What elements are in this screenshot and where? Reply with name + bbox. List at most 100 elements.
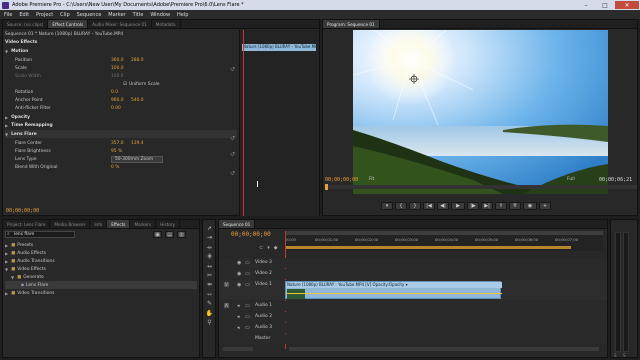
- reset-icon[interactable]: ↺: [230, 151, 235, 158]
- menu-marker[interactable]: Marker: [108, 12, 125, 18]
- lens-flare-row[interactable]: ▼ Lens Flare: [5, 130, 237, 138]
- source-patch-v[interactable]: V: [224, 282, 229, 287]
- tree-item-generate[interactable]: ▼ ■ Generate: [5, 273, 197, 281]
- anchor-y-value[interactable]: 540.0: [131, 98, 144, 103]
- tree-item-video-effects[interactable]: ▼ ■ Video Effects: [5, 265, 197, 273]
- tab-metadata[interactable]: Metadata: [152, 20, 181, 28]
- program-timecode[interactable]: 00;00;00;00: [325, 177, 358, 183]
- timeline-ruler[interactable]: 00;00 00;00;01;00 00;00;02;00 00;00;03;0…: [285, 231, 603, 349]
- rate-stretch-tool-icon[interactable]: ↔: [205, 262, 214, 271]
- lock-icon[interactable]: ▭: [245, 314, 250, 320]
- lens-type-dropdown[interactable]: 50-300mm Zoom: [111, 155, 163, 163]
- go-to-out-icon[interactable]: ▶|: [481, 202, 493, 210]
- effect-clip-bar[interactable]: Nature (1080p) BLURAY - YouTube.MP4: [242, 44, 316, 51]
- track-video-3[interactable]: ◉ ▭ Video 3: [219, 258, 607, 268]
- speaker-icon[interactable]: ◂: [237, 325, 240, 331]
- yuv-effects-icon[interactable]: ▥: [177, 231, 186, 238]
- scale-value[interactable]: 100.0: [111, 66, 124, 71]
- flare-center-y-value[interactable]: 139.4: [131, 141, 144, 146]
- track-audio-2[interactable]: ◂ ▭ Audio 2: [219, 312, 607, 322]
- maximize-button[interactable]: □: [596, 1, 614, 9]
- menu-window[interactable]: Window: [150, 12, 170, 18]
- add-marker-icon[interactable]: ▾: [267, 245, 270, 251]
- speaker-icon[interactable]: ◂: [237, 314, 240, 320]
- program-video-frame[interactable]: [353, 30, 608, 194]
- lock-icon[interactable]: ▭: [245, 260, 250, 266]
- accelerated-effects-icon[interactable]: ▣: [153, 231, 162, 238]
- tree-item-audio-effects[interactable]: ▶ ■ Audio Effects: [5, 249, 197, 257]
- ripple-edit-tool-icon[interactable]: ⟛: [205, 243, 214, 252]
- track-audio-3[interactable]: ◂ ▭ Audio 3: [219, 323, 607, 333]
- track-select-tool-icon[interactable]: ⇥: [205, 233, 214, 242]
- antiflicker-value[interactable]: 0.00: [111, 106, 121, 111]
- razor-tool-icon[interactable]: ✂: [205, 271, 214, 280]
- opacity-row[interactable]: ▶ Opacity: [5, 113, 237, 121]
- work-area-bar[interactable]: [285, 231, 603, 235]
- tree-item-video-transitions[interactable]: ▶ ■ Video Transitions: [5, 289, 197, 297]
- expand-icon[interactable]: ▶: [5, 291, 8, 296]
- tab-effect-controls[interactable]: Effect Controls: [48, 20, 89, 28]
- playhead-line[interactable]: [243, 30, 244, 216]
- tab-audio-mixer[interactable]: Audio Mixer: Sequence 01: [88, 20, 152, 28]
- snap-icon[interactable]: ⊂: [259, 245, 263, 251]
- in-point-icon[interactable]: {: [395, 202, 407, 210]
- tree-item-lens-flare[interactable]: ▪ Lens Flare: [5, 281, 197, 289]
- tab-effects[interactable]: Effects: [107, 220, 131, 228]
- position-y-value[interactable]: 288.0: [131, 58, 144, 63]
- pen-tool-icon[interactable]: ✎: [205, 299, 214, 308]
- eye-icon[interactable]: ◉: [237, 271, 241, 277]
- menu-file[interactable]: File: [4, 12, 12, 18]
- marker-icon[interactable]: ▾: [381, 202, 393, 210]
- 32bit-effects-icon[interactable]: ▤: [165, 231, 174, 238]
- program-scrub-bar[interactable]: [325, 184, 637, 190]
- lock-icon[interactable]: ▭: [245, 303, 250, 309]
- tab-history[interactable]: History: [156, 220, 181, 228]
- video-clip[interactable]: Nature (1080p) BLURAY - YouTube.MP4 [V] …: [285, 281, 502, 299]
- reset-icon[interactable]: ↺: [230, 170, 235, 177]
- effects-search-input[interactable]: lens flare: [5, 231, 75, 238]
- step-back-icon[interactable]: ◀|: [437, 202, 449, 210]
- expand-icon[interactable]: ▶: [5, 243, 8, 248]
- fit-dropdown[interactable]: Fit: [369, 177, 374, 182]
- motion-row[interactable]: ▼ Motion: [5, 47, 237, 55]
- rolling-edit-tool-icon[interactable]: ⋕: [205, 252, 214, 261]
- expand-icon[interactable]: ▶: [5, 251, 8, 256]
- play-icon[interactable]: ▶: [451, 202, 465, 210]
- effect-controls-timecode[interactable]: 00;00;00;00: [6, 208, 39, 214]
- lift-icon[interactable]: ⇑: [495, 202, 507, 210]
- reset-icon[interactable]: ↺: [230, 66, 235, 73]
- zoom-tool-icon[interactable]: ⚲: [205, 318, 214, 327]
- expand-icon[interactable]: ▼: [5, 267, 8, 272]
- reset-icon[interactable]: ↺: [230, 135, 235, 142]
- track-master[interactable]: Master: [219, 334, 607, 344]
- expand-icon[interactable]: ▼: [5, 132, 8, 137]
- expand-icon[interactable]: ▶: [5, 123, 8, 128]
- tab-media-browser[interactable]: Media Browser: [50, 220, 91, 228]
- playhead-handle[interactable]: [325, 184, 328, 190]
- close-button[interactable]: ✕: [615, 1, 639, 9]
- tab-info[interactable]: Info: [90, 220, 108, 228]
- set-encore-marker-icon[interactable]: ◆: [274, 245, 278, 251]
- expand-icon[interactable]: ▼: [5, 49, 8, 54]
- expand-icon[interactable]: ▶: [5, 259, 8, 264]
- timeline-scrollbar[interactable]: [289, 347, 599, 351]
- menu-sequence[interactable]: Sequence: [77, 12, 102, 18]
- hand-tool-icon[interactable]: ✋: [205, 309, 214, 318]
- position-x-value[interactable]: 360.0: [111, 58, 131, 63]
- opacity-rubberband[interactable]: [286, 293, 502, 294]
- rotation-value[interactable]: 0.0: [111, 90, 118, 95]
- flare-brightness-value[interactable]: 95 %: [111, 149, 122, 154]
- tab-project[interactable]: Project: Lens Flare: [3, 220, 51, 228]
- tab-program[interactable]: Program: Sequence 01: [323, 20, 380, 28]
- flare-center-x-value[interactable]: 357.0: [111, 141, 131, 146]
- speaker-icon[interactable]: ◂: [237, 303, 240, 309]
- uniform-scale-row[interactable]: ☑ Uniform Scale: [5, 80, 237, 88]
- minimize-button[interactable]: –: [577, 1, 595, 9]
- export-frame-icon[interactable]: ◉: [523, 202, 537, 210]
- checkbox-icon[interactable]: ☑: [123, 82, 127, 87]
- slip-tool-icon[interactable]: ⇹: [205, 280, 214, 289]
- anchor-x-value[interactable]: 960.0: [111, 98, 131, 103]
- track-audio-1[interactable]: A ◂ ▭ Audio 1: [219, 301, 607, 311]
- go-to-in-icon[interactable]: |◀: [423, 202, 435, 210]
- menu-edit[interactable]: Edit: [19, 12, 29, 18]
